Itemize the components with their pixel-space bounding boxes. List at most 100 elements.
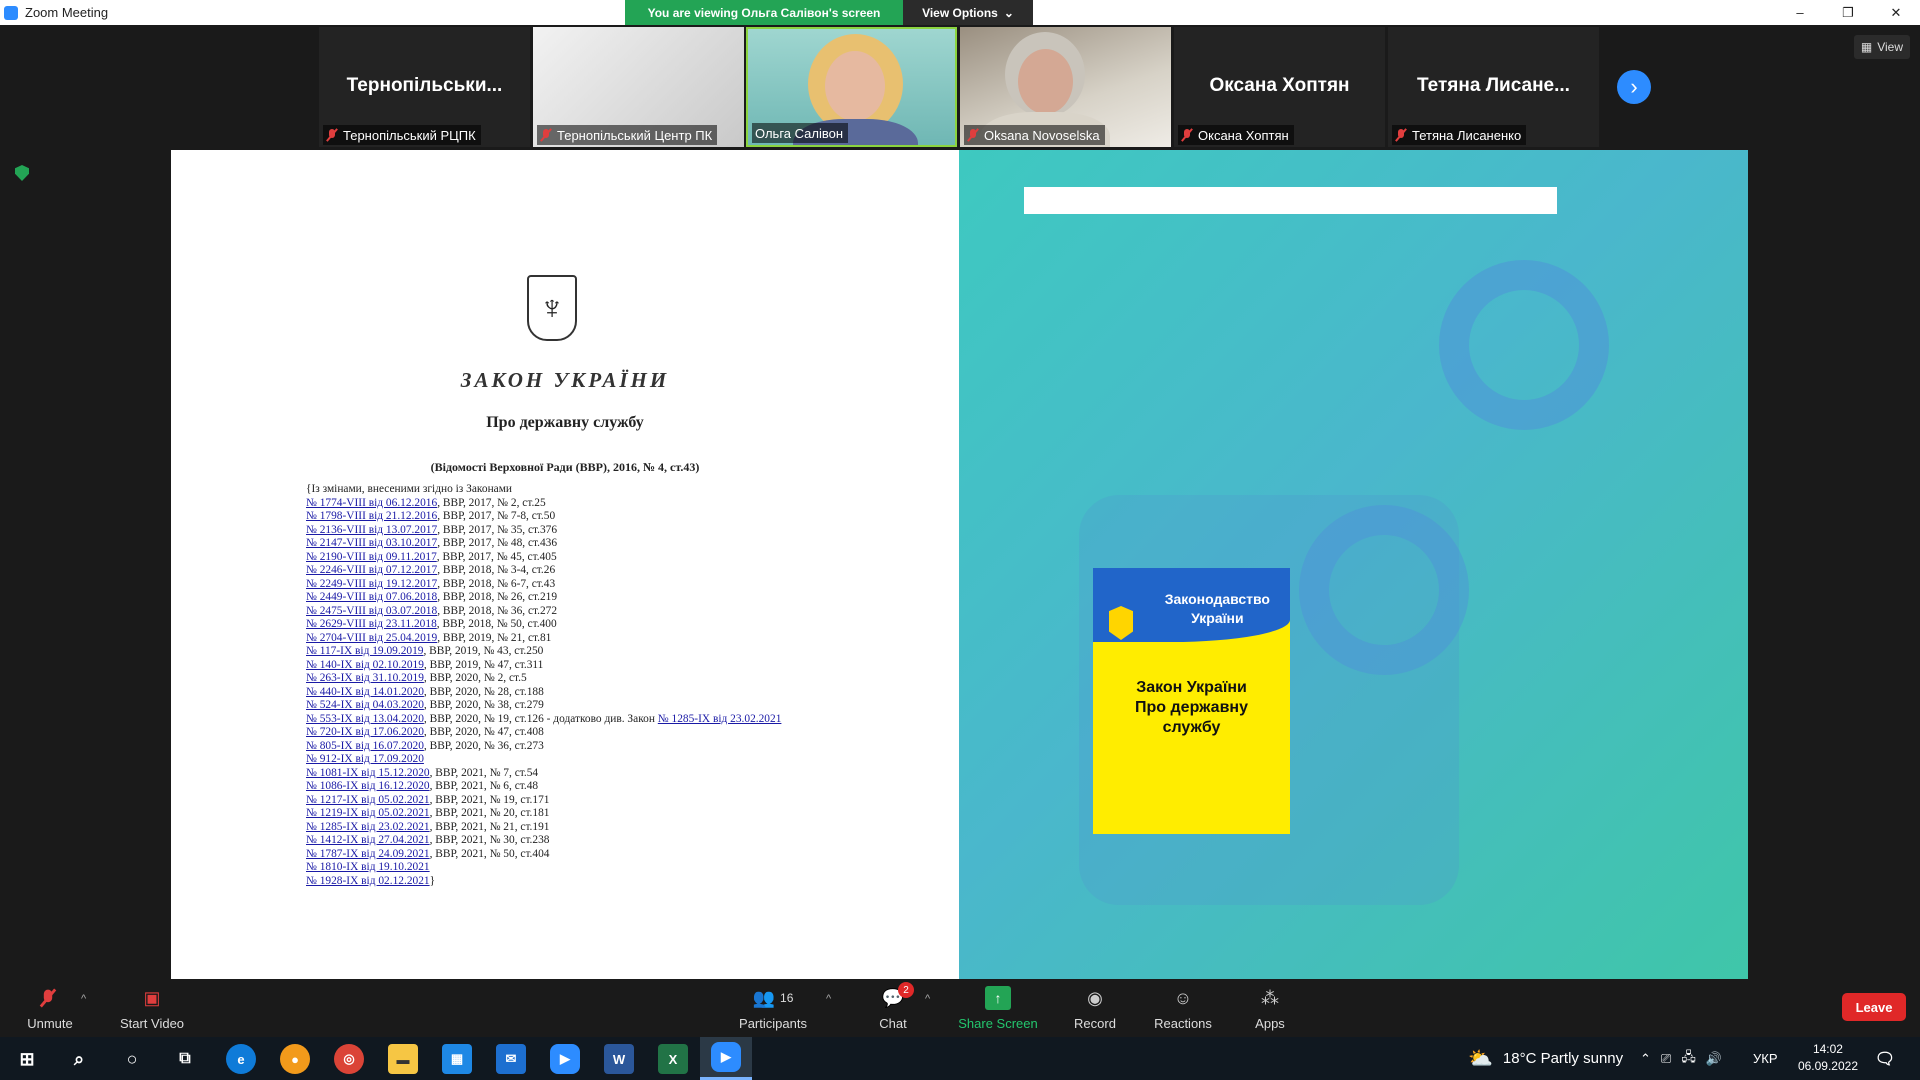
- amendment-link[interactable]: № 2246-VIII від 07.12.2017: [306, 564, 437, 576]
- volume-icon[interactable]: 🔊: [1706, 1051, 1722, 1067]
- amendment-link[interactable]: № 2449-VIII від 07.06.2018: [306, 591, 437, 603]
- minimize-button[interactable]: –: [1776, 0, 1824, 25]
- amendment-link[interactable]: № 263-IX від 31.10.2019: [306, 672, 424, 684]
- amendment-link[interactable]: № 140-IX від 02.10.2019: [306, 659, 424, 671]
- amendment-row: № 2249-VIII від 19.12.2017, ВВР, 2018, №…: [306, 578, 826, 592]
- participant-label: Ольга Салівон: [752, 123, 849, 143]
- amendment-row: № 263-IX від 31.10.2019, ВВР, 2020, № 2,…: [306, 672, 826, 686]
- view-options-button[interactable]: View Options ⌄: [903, 0, 1033, 25]
- store-icon[interactable]: ▦: [442, 1044, 472, 1074]
- unmute-button[interactable]: Unmute: [22, 979, 78, 1037]
- file-explorer-icon[interactable]: ▬: [388, 1044, 418, 1074]
- amendment-link[interactable]: № 524-IX від 04.03.2020: [306, 699, 424, 711]
- weather-text: 18°C Partly sunny: [1502, 1050, 1624, 1067]
- network-icon[interactable]: 🖧: [1681, 1048, 1696, 1070]
- amendment-link[interactable]: № 1798-VIII від 21.12.2016: [306, 510, 437, 522]
- amendment-link[interactable]: № 2475-VIII від 03.07.2018: [306, 605, 437, 617]
- law-book-cover: Законодавство України Закон України Про де…: [1093, 568, 1290, 834]
- browser-icon[interactable]: ●: [280, 1044, 310, 1074]
- amendment-link[interactable]: № 2249-VIII від 19.12.2017: [306, 578, 437, 590]
- amendment-link[interactable]: № 117-IX від 19.09.2019: [306, 645, 423, 657]
- device-icon[interactable]: ⎚: [1661, 1051, 1671, 1067]
- participant-tile[interactable]: Oksana Novoselska: [960, 27, 1171, 147]
- participant-label-text: Оксана Хоптян: [1198, 127, 1289, 143]
- participant-tile-active-speaker[interactable]: Ольга Салівон: [746, 27, 957, 147]
- view-button[interactable]: ▦ View: [1853, 35, 1910, 59]
- start-video-button[interactable]: ▣ Start Video: [114, 979, 190, 1037]
- audio-options-caret-icon[interactable]: ^: [81, 993, 86, 1005]
- amendment-link[interactable]: № 720-IX від 17.06.2020: [306, 726, 424, 738]
- record-button[interactable]: ◉ Record: [1068, 979, 1122, 1037]
- notifications-icon[interactable]: 🗨: [1870, 1044, 1900, 1074]
- zoom-icon[interactable]: ▶: [550, 1044, 580, 1074]
- amendment-row: № 1928-IX від 02.12.2021}: [306, 875, 826, 889]
- zoom-active-window-icon[interactable]: ▶: [700, 1037, 752, 1080]
- amendment-link[interactable]: № 1219-IX від 05.02.2021: [306, 807, 430, 819]
- participants-button[interactable]: 👥 16 Participants: [733, 979, 813, 1037]
- participant-tile[interactable]: Тетяна Лисане... Тетяна Лисаненко: [1388, 27, 1599, 147]
- decorative-magnifier-ring: [1299, 505, 1469, 675]
- chevron-up-icon[interactable]: ⌃: [1640, 1051, 1651, 1067]
- amendment-row: № 117-IX від 19.09.2019, ВВР, 2019, № 43…: [306, 645, 826, 659]
- amendment-row: № 1217-IX від 05.02.2021, ВВР, 2021, № 1…: [306, 794, 826, 808]
- participant-name-large: Оксана Хоптян: [1209, 75, 1350, 96]
- amendment-link[interactable]: № 1081-IX від 15.12.2020: [306, 767, 430, 779]
- amendment-link[interactable]: № 2629-VIII від 23.11.2018: [306, 618, 437, 630]
- participant-label-text: Тернопільський РЦПК: [343, 127, 476, 143]
- encryption-shield-icon[interactable]: [15, 165, 29, 181]
- language-indicator[interactable]: УКР: [1753, 1037, 1778, 1080]
- amendment-link[interactable]: № 1928-IX від 02.12.2021: [306, 875, 430, 887]
- reactions-button[interactable]: ☺ Reactions: [1150, 979, 1216, 1037]
- weather-widget[interactable]: ⛅ 18°C Partly sunny: [1468, 1037, 1623, 1080]
- amendment-link[interactable]: № 1810-IX від 19.10.2021: [306, 861, 430, 873]
- amendment-link[interactable]: № 2136-VIII від 13.07.2017: [306, 524, 437, 536]
- amendment-reference: , ВВР, 2018, № 3-4, ст.26: [437, 564, 556, 576]
- search-icon[interactable]: ⌕: [64, 1044, 94, 1074]
- amendment-row: № 2190-VIII від 09.11.2017, ВВР, 2017, №…: [306, 551, 826, 565]
- amendment-link[interactable]: № 440-IX від 14.01.2020: [306, 686, 424, 698]
- chat-options-caret-icon[interactable]: ^: [925, 993, 930, 1005]
- task-view-icon[interactable]: ⧉: [170, 1044, 200, 1074]
- amendment-link[interactable]: № 1086-IX від 16.12.2020: [306, 780, 430, 792]
- amendment-link[interactable]: № 912-IX від 17.09.2020: [306, 753, 424, 765]
- amendment-link[interactable]: № 1787-IX від 24.09.2021: [306, 848, 430, 860]
- excel-icon[interactable]: X: [658, 1044, 688, 1074]
- amendment-link[interactable]: № 1774-VIII від 06.12.2016: [306, 497, 437, 509]
- amendment-row: № 1285-IX від 23.02.2021, ВВР, 2021, № 2…: [306, 821, 826, 835]
- restore-button[interactable]: ❐: [1824, 0, 1872, 25]
- taskbar-clock[interactable]: 14:02 06.09.2022: [1798, 1041, 1858, 1075]
- amendment-reference: , ВВР, 2021, № 7, ст.54: [429, 766, 539, 779]
- close-button[interactable]: ✕: [1872, 0, 1920, 25]
- mail-icon[interactable]: ✉: [496, 1044, 526, 1074]
- participant-tile[interactable]: Тернопільськи... Тернопільський РЦПК: [319, 27, 530, 147]
- cortana-icon[interactable]: ○: [117, 1044, 147, 1074]
- edge-browser-icon[interactable]: e: [226, 1044, 256, 1074]
- share-screen-button[interactable]: ↑ Share Screen: [953, 979, 1043, 1037]
- participant-tile[interactable]: Оксана Хоптян Оксана Хоптян: [1174, 27, 1385, 147]
- amendment-row: № 2629-VIII від 23.11.2018, ВВР, 2018, №…: [306, 618, 826, 632]
- amendment-reference: , ВВР, 2017, № 2, ст.25: [437, 496, 546, 509]
- word-icon[interactable]: W: [604, 1044, 634, 1074]
- amendment-link[interactable]: № 1285-IX від 23.02.2021: [658, 713, 782, 725]
- amendment-reference: , ВВР, 2020, № 19, ст.126 - додатково ди…: [423, 712, 658, 725]
- amendment-link[interactable]: № 2704-VIII від 25.04.2019: [306, 632, 437, 644]
- amendment-link[interactable]: № 805-IX від 16.07.2020: [306, 740, 424, 752]
- amendment-link[interactable]: № 1412-IX від 27.04.2021: [306, 834, 430, 846]
- leave-button[interactable]: Leave: [1842, 993, 1906, 1021]
- participant-tile[interactable]: Тернопільський Центр ПК: [533, 27, 744, 147]
- amendment-link[interactable]: № 2190-VIII від 09.11.2017: [306, 551, 437, 563]
- amendment-link[interactable]: № 553-IX від 13.04.2020: [306, 713, 424, 725]
- participants-options-caret-icon[interactable]: ^: [826, 993, 831, 1005]
- amendment-link[interactable]: № 1217-IX від 05.02.2021: [306, 794, 430, 806]
- apps-button[interactable]: ⁂ Apps: [1250, 979, 1290, 1037]
- windows-start-icon[interactable]: ⊞: [12, 1044, 42, 1074]
- chat-button[interactable]: 💬 2 Chat: [870, 979, 916, 1037]
- amendment-link[interactable]: № 1285-IX від 23.02.2021: [306, 821, 430, 833]
- amendment-link[interactable]: № 2147-VIII від 03.10.2017: [306, 537, 437, 549]
- mic-muted-icon: [967, 128, 979, 142]
- next-page-arrow-icon[interactable]: ›: [1617, 70, 1651, 104]
- amendment-reference: , ВВР, 2020, № 2, ст.5: [423, 672, 527, 684]
- clock-date: 06.09.2022: [1797, 1059, 1858, 1073]
- meeting-toolbar: Unmute ^ ▣ Start Video 👥 16 Participants…: [0, 979, 1920, 1037]
- chrome-icon[interactable]: ◎: [334, 1044, 364, 1074]
